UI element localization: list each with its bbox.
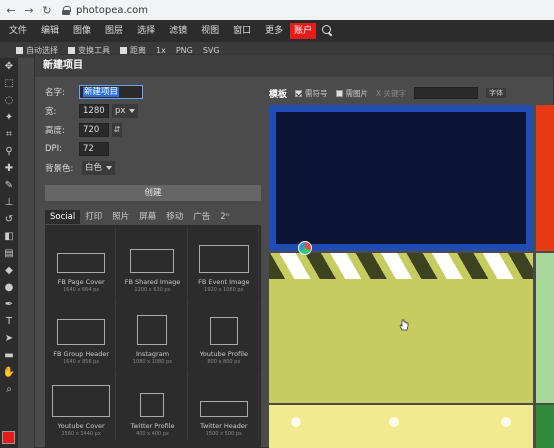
blur-tool-icon[interactable]: ◆ xyxy=(0,262,18,279)
menu-edit[interactable]: 编辑 xyxy=(34,20,66,42)
foreground-color[interactable] xyxy=(2,431,15,444)
tab-social[interactable]: Social xyxy=(45,210,81,224)
menu-window[interactable]: 窗口 xyxy=(226,20,258,42)
width-row: 宽: 1280 px xyxy=(45,102,261,120)
template-preview-red[interactable] xyxy=(536,105,554,251)
hand-tool-icon[interactable]: ✋ xyxy=(0,364,18,381)
address-bar[interactable]: photopea.com xyxy=(62,3,148,17)
lasso-tool-icon[interactable]: ◌ xyxy=(0,92,18,109)
unit-select[interactable]: px xyxy=(112,104,139,118)
settings-pane: 名字: 新建项目 宽: 1280 px 高度: 720 ⇵ DPI: 72 背景… xyxy=(45,83,261,448)
tab-print[interactable]: 打印 xyxy=(80,210,107,224)
dpi-field[interactable]: 72 xyxy=(79,142,109,156)
crop-tool-icon[interactable]: ⌗ xyxy=(0,126,18,143)
menu-select[interactable]: 选择 xyxy=(130,20,162,42)
templates-title: 模板 xyxy=(269,89,288,100)
dpi-label: DPI: xyxy=(45,144,63,154)
tab-screen[interactable]: 屏幕 xyxy=(134,210,161,224)
url-text: photopea.com xyxy=(76,4,149,16)
tab-mobile[interactable]: 移动 xyxy=(161,210,188,224)
template-youtube-profile[interactable]: Youtube Profile 800 x 800 px xyxy=(189,299,259,369)
tab-photo[interactable]: 照片 xyxy=(107,210,134,224)
shape-tool-icon[interactable]: ▬ xyxy=(0,347,18,364)
toolbar: ✥ ⬚ ◌ ✦ ⌗ ⚲ ✚ ✎ ⊥ ↺ ◧ ▤ ◆ ● ✒ T ➤ ▬ ✋ ⌕ xyxy=(0,58,18,448)
eraser-tool-icon[interactable]: ◧ xyxy=(0,228,18,245)
search-icon[interactable] xyxy=(322,25,334,37)
dialog-title: 新建项目 xyxy=(35,55,553,77)
path-select-icon[interactable]: ➤ xyxy=(0,330,18,347)
filter-symbol-checkbox[interactable]: 需符号 xyxy=(295,88,328,99)
width-field[interactable]: 1280 xyxy=(79,104,109,118)
browser-bar: ← → ↻ photopea.com xyxy=(0,0,554,20)
template-fb-event-image[interactable]: FB Event Image 1920 x 1080 px xyxy=(189,227,259,297)
template-instagram[interactable]: Instagram 1080 x 1080 px xyxy=(118,299,188,369)
back-icon[interactable]: ← xyxy=(4,3,18,17)
heal-tool-icon[interactable]: ✚ xyxy=(0,160,18,177)
menubar: 文件 编辑 图像 图层 选择 滤镜 视图 窗口 更多 账户 xyxy=(0,20,554,42)
move-tool-icon[interactable]: ✥ xyxy=(0,58,18,75)
templates-header: 模板 需符号 需图片 X 关键字 字体 xyxy=(269,85,554,101)
width-label: 宽: xyxy=(45,107,57,117)
chevron-down-icon xyxy=(106,166,113,170)
bg-row: 背景色: 白色 xyxy=(45,159,261,177)
forward-icon[interactable]: → xyxy=(22,3,36,17)
template-preview-stripes xyxy=(269,253,533,279)
menu-more[interactable]: 更多 xyxy=(258,20,290,42)
logo-icon xyxy=(298,241,312,255)
menu-filter[interactable]: 滤镜 xyxy=(162,20,194,42)
menu-layer[interactable]: 图层 xyxy=(98,20,130,42)
tab-ads[interactable]: 广告 xyxy=(188,210,215,224)
template-fb-group-header[interactable]: FB Group Header 1640 x 856 px xyxy=(47,299,117,369)
filter-image-checkbox[interactable]: 需图片 xyxy=(335,88,368,99)
height-row: 高度: 720 ⇵ xyxy=(45,121,261,139)
name-field[interactable]: 新建项目 xyxy=(79,85,143,99)
chevron-down-icon xyxy=(129,109,136,113)
brush-tool-icon[interactable]: ✎ xyxy=(0,177,18,194)
zoom-tool-icon[interactable]: ⌕ xyxy=(0,381,18,398)
keyword-label: X 关键字 xyxy=(376,88,407,98)
tab-pow2[interactable]: 2ⁿ xyxy=(215,210,234,224)
keyword-input[interactable] xyxy=(414,87,479,99)
height-field[interactable]: 720 xyxy=(79,123,109,137)
template-tabs: Social 打印 照片 屏幕 移动 广告 2ⁿ xyxy=(45,210,261,224)
lock-icon xyxy=(62,5,71,15)
marquee-tool-icon[interactable]: ⬚ xyxy=(0,75,18,92)
template-fb-page-cover[interactable]: FB Page Cover 1640 x 664 px xyxy=(47,227,117,297)
menu-view[interactable]: 视图 xyxy=(194,20,226,42)
stamp-tool-icon[interactable]: ⊥ xyxy=(0,194,18,211)
wand-tool-icon[interactable]: ✦ xyxy=(0,109,18,126)
history-brush-icon[interactable]: ↺ xyxy=(0,211,18,228)
template-twitter-profile[interactable]: Twitter Profile 400 x 400 px xyxy=(118,371,188,441)
create-button[interactable]: 创建 xyxy=(45,185,261,201)
template-preview-yellow[interactable] xyxy=(269,405,533,448)
font-filter[interactable]: 字体 xyxy=(486,88,507,98)
reload-icon[interactable]: ↻ xyxy=(40,3,54,17)
pen-tool-icon[interactable]: ✒ xyxy=(0,296,18,313)
dpi-row: DPI: 72 xyxy=(45,140,261,158)
bg-label: 背景色: xyxy=(45,164,74,174)
template-grid: FB Page Cover 1640 x 664 px FB Shared Im… xyxy=(45,225,261,448)
eyedropper-tool-icon[interactable]: ⚲ xyxy=(0,143,18,160)
template-preview-darkgreen[interactable] xyxy=(536,405,554,448)
menu-account[interactable]: 账户 xyxy=(290,23,317,39)
template-preview-lightgreen[interactable] xyxy=(536,253,554,403)
dodge-tool-icon[interactable]: ● xyxy=(0,279,18,296)
hand-cursor-icon xyxy=(399,319,409,331)
swap-dimensions-icon[interactable]: ⇵ xyxy=(112,123,122,137)
new-project-dialog: 新建项目 名字: 新建项目 宽: 1280 px 高度: 720 ⇵ DPI: … xyxy=(34,54,554,448)
menu-file[interactable]: 文件 xyxy=(2,20,34,42)
template-twitter-header[interactable]: Twitter Header 1500 x 500 px xyxy=(189,371,259,441)
gradient-tool-icon[interactable]: ▤ xyxy=(0,245,18,262)
background-select[interactable]: 白色 xyxy=(82,161,116,175)
template-preview-area xyxy=(269,105,554,448)
height-label: 高度: xyxy=(45,126,65,136)
name-label: 名字: xyxy=(45,88,65,98)
template-fb-shared-image[interactable]: FB Shared Image 1200 x 630 px xyxy=(118,227,188,297)
menu-image[interactable]: 图像 xyxy=(66,20,98,42)
template-youtube-cover[interactable]: Youtube Cover 2560 x 1440 px xyxy=(47,371,117,441)
name-row: 名字: 新建项目 xyxy=(45,83,261,101)
type-tool-icon[interactable]: T xyxy=(0,313,18,330)
template-preview-selected[interactable] xyxy=(269,105,533,251)
